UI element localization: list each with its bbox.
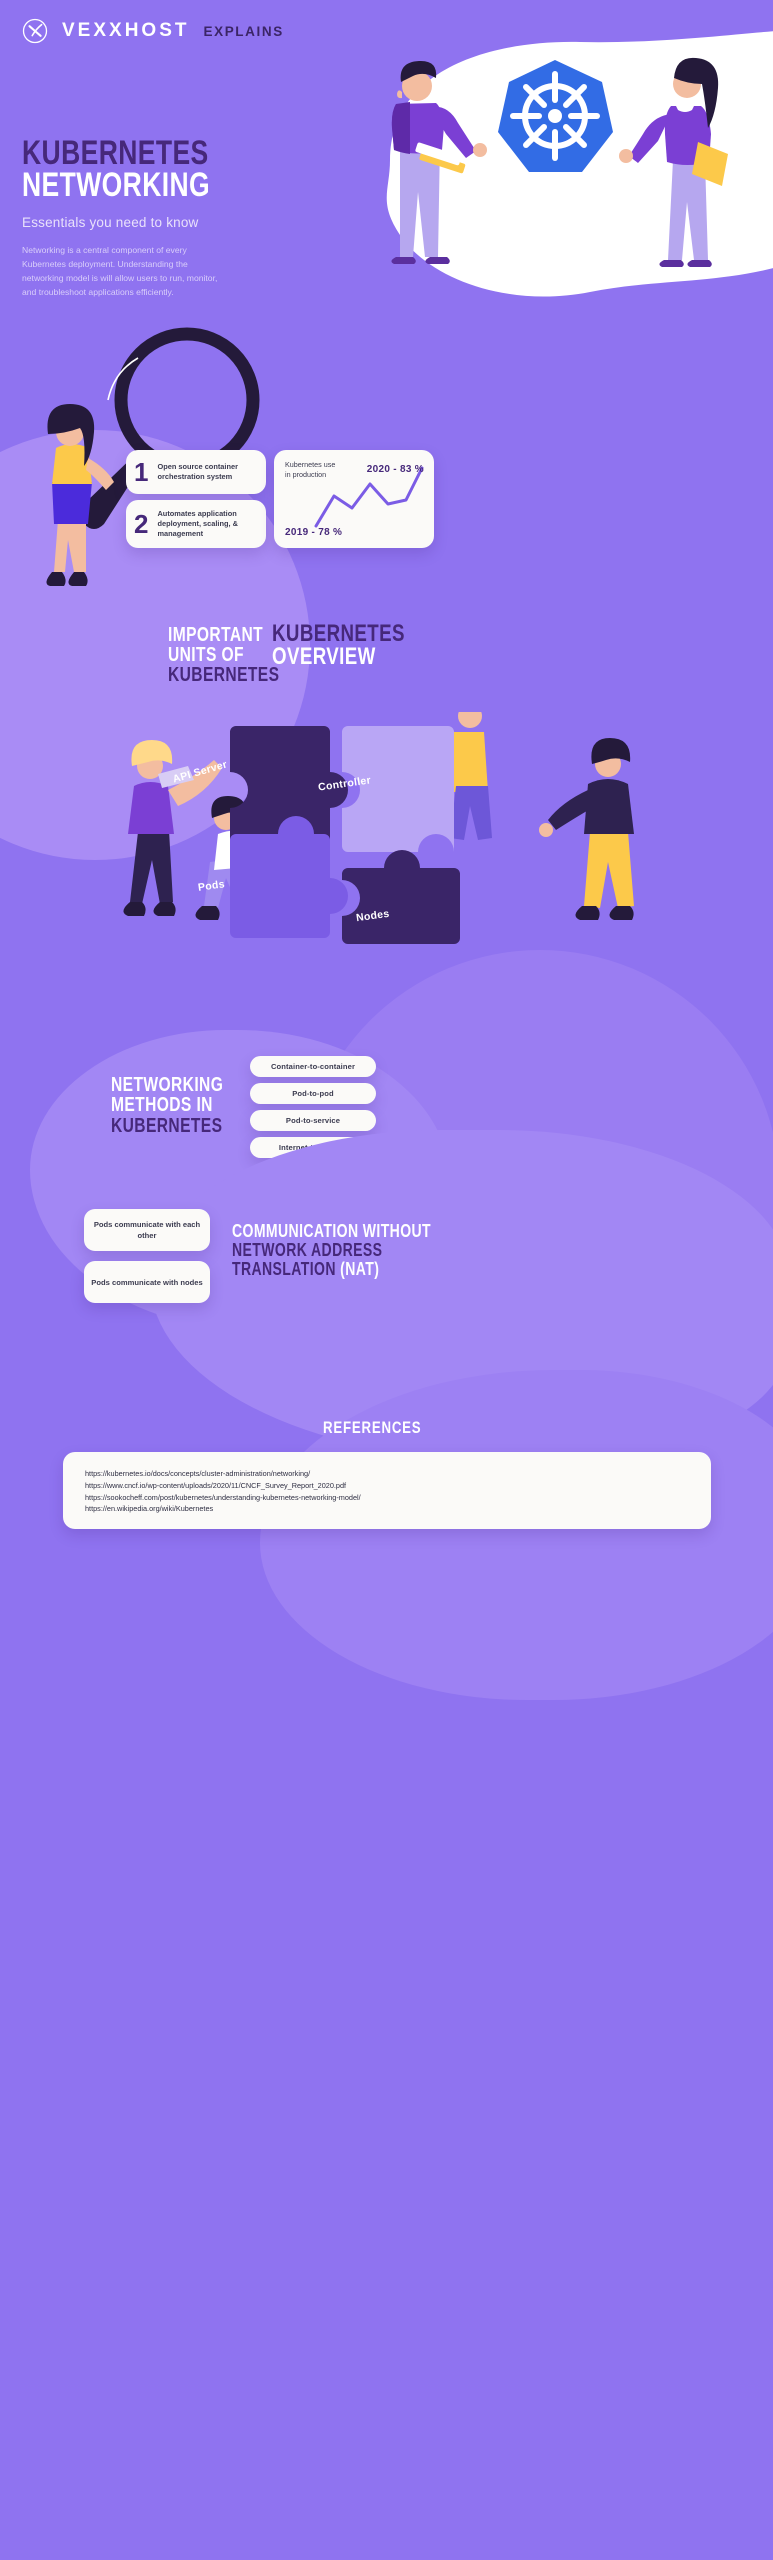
chart-start-label: 2019 - 78 % [285, 527, 343, 538]
fact-text: Open source container orchestration syst… [157, 462, 238, 481]
person-woman-illustration [619, 57, 728, 267]
methods-heading-line2: METHODS IN [111, 1094, 213, 1117]
references-card: https://kubernetes.io/docs/concepts/clus… [63, 1452, 711, 1529]
kubernetes-usage-chart-card: Kubernetes use in production 2020 - 83 %… [274, 450, 434, 548]
methods-heading-line1: NETWORKING [111, 1074, 224, 1096]
person-right-illustration [539, 738, 634, 920]
usage-line-chart [314, 466, 424, 528]
overview-fact-card: 2 Automates application deployment, scal… [126, 500, 266, 548]
fact-text: Automates application deployment, scalin… [157, 509, 238, 538]
kubernetes-helm-wheel-icon [498, 60, 613, 172]
methods-heading-line3: KUBERNETES [111, 1114, 223, 1137]
nat-heading-line3-acronym: (NAT) [340, 1258, 380, 1279]
method-pill-pod-to-service[interactable]: Pod-to-service [250, 1110, 376, 1131]
nat-box-pods-each-other[interactable]: Pods communicate with each other [84, 1209, 210, 1251]
references-heading-wrap: REFERENCES [0, 1418, 773, 1438]
brand-header: VEXXHOST EXPLAINS [22, 18, 284, 44]
hero-body-text: Networking is a central component of eve… [22, 244, 218, 298]
fact-number: 2 [134, 508, 149, 539]
puzzle-piece-nodes [342, 850, 460, 944]
chart-end-label: 2020 - 83 % [366, 464, 424, 475]
puzzle-piece-controller [342, 726, 454, 852]
woman-with-magnifier-illustration [46, 404, 114, 586]
method-pill-pod-to-pod[interactable]: Pod-to-pod [250, 1083, 376, 1104]
units-heading-line2: UNITS OF [168, 644, 244, 666]
infographic-page: VEXXHOST EXPLAINS KUBERNETES NETWORKING … [0, 0, 773, 2560]
nat-heading-line2: NETWORK ADDRESS [232, 1239, 383, 1260]
references-heading: REFERENCES [323, 1418, 422, 1437]
nat-heading-line3: TRANSLATION (NAT) [232, 1258, 435, 1279]
vexxhost-x-circle-icon [22, 18, 48, 44]
units-heading: IMPORTANT UNITS OF KUBERNETES [168, 625, 311, 685]
fact-number: 1 [134, 457, 149, 487]
nat-heading: COMMUNICATION WITHOUT NETWORK ADDRESS TR… [232, 1222, 492, 1279]
hero-illustration [391, 57, 728, 267]
brand-tagline: EXPLAINS [203, 23, 284, 39]
method-pill-container-to-container[interactable]: Container-to-container [250, 1056, 376, 1077]
methods-heading: NETWORKING METHODS IN KUBERNETES [111, 1074, 255, 1137]
reference-link[interactable]: https://www.cncf.io/wp-content/uploads/2… [85, 1480, 711, 1492]
nat-heading-line1: COMMUNICATION WITHOUT [232, 1221, 432, 1241]
brand-wordmark: VEXXHOST [62, 20, 190, 41]
person-man-illustration [391, 60, 487, 264]
reference-link[interactable]: https://sookocheff.com/post/kubernetes/u… [85, 1492, 711, 1504]
hero-subtitle: Essentials you need to know [22, 214, 199, 230]
puzzle-piece-pods [230, 816, 348, 938]
hero-title-block: KUBERNETES NETWORKING Essentials you nee… [22, 136, 332, 300]
reference-link[interactable]: https://en.wikipedia.org/wiki/Kubernetes [85, 1503, 711, 1515]
puzzle-illustration: API Server Controller Pods Nodes [60, 704, 720, 952]
nat-heading-line3-main: TRANSLATION [232, 1258, 341, 1279]
units-heading-line1: IMPORTANT [168, 624, 264, 646]
nat-boxes-list: Pods communicate with each other Pods co… [84, 1209, 210, 1303]
units-heading-line3: KUBERNETES [168, 664, 280, 686]
hero-title-line2: NETWORKING [22, 165, 211, 204]
nat-box-pods-nodes[interactable]: Pods communicate with nodes [84, 1261, 210, 1303]
overview-fact-card: 1 Open source container orchestration sy… [126, 450, 266, 494]
reference-link[interactable]: https://kubernetes.io/docs/concepts/clus… [85, 1468, 711, 1480]
